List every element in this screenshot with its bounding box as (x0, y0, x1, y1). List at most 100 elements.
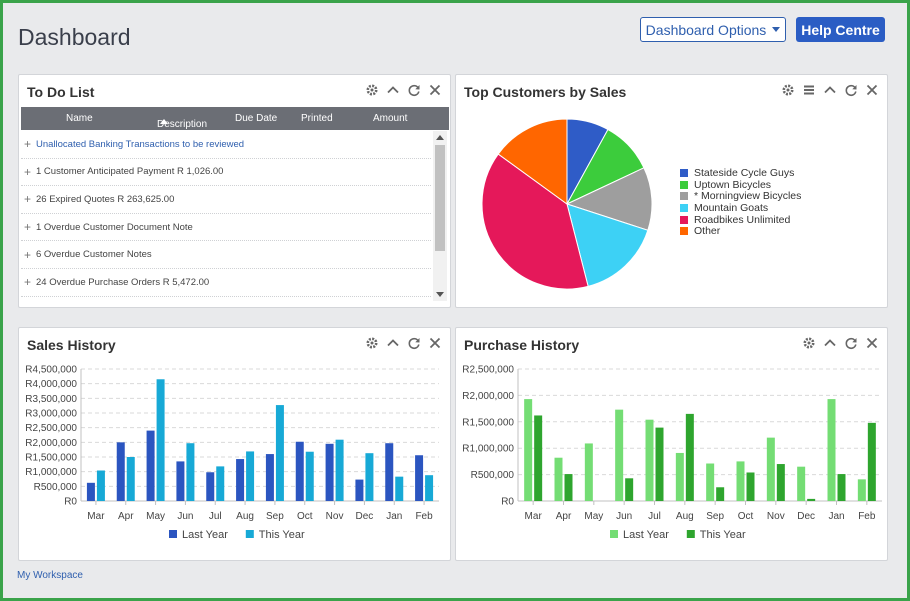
list-item[interactable]: +1 Customer Anticipated Payment R 1,026.… (21, 159, 431, 187)
bar[interactable] (86, 482, 95, 501)
x-tick-label: Feb (858, 511, 876, 522)
y-tick-label: R4,500,000 (25, 365, 77, 376)
bar[interactable] (305, 451, 314, 501)
legend-swatch (610, 530, 618, 538)
gear-icon[interactable] (365, 83, 379, 97)
bar[interactable] (706, 463, 715, 501)
x-tick-label: Apr (118, 511, 134, 522)
bar[interactable] (857, 479, 866, 501)
bar[interactable] (534, 415, 543, 501)
col-name[interactable]: Name (66, 113, 93, 124)
bar[interactable] (216, 466, 225, 501)
bar[interactable] (206, 472, 215, 501)
help-centre-button[interactable]: Help Centre (796, 17, 885, 42)
x-tick-label: Jan (828, 511, 844, 522)
close-icon[interactable] (865, 83, 879, 97)
bar[interactable] (675, 452, 684, 501)
bar[interactable] (827, 399, 836, 501)
bar[interactable] (584, 443, 593, 501)
plus-icon[interactable]: + (24, 220, 36, 234)
gear-icon[interactable] (781, 83, 795, 97)
bar[interactable] (736, 461, 745, 501)
bar[interactable] (685, 413, 694, 501)
bar[interactable] (867, 422, 876, 501)
bar[interactable] (126, 457, 135, 501)
plus-icon[interactable]: + (24, 137, 36, 151)
col-printed[interactable]: Printed (301, 113, 333, 124)
bar[interactable] (246, 451, 255, 501)
refresh-icon[interactable] (407, 83, 421, 97)
scroll-up-icon[interactable] (436, 135, 444, 140)
y-tick-label: R1,000,000 (25, 467, 77, 478)
scroll-down-icon[interactable] (436, 292, 444, 297)
y-tick-label: R2,000,000 (462, 391, 514, 402)
bar[interactable] (415, 455, 424, 501)
legend-item[interactable]: Other (680, 225, 801, 237)
plus-icon[interactable]: + (24, 165, 36, 179)
bar[interactable] (116, 442, 125, 501)
bar[interactable] (645, 419, 654, 501)
bar[interactable] (615, 409, 624, 501)
bar[interactable] (554, 457, 563, 501)
legend-item[interactable]: Roadbikes Unlimited (680, 214, 801, 226)
bar[interactable] (146, 430, 155, 501)
close-icon[interactable] (428, 83, 442, 97)
list-item[interactable]: + Unallocated Banking Transactions to be … (21, 131, 431, 159)
bar[interactable] (295, 441, 304, 501)
bar[interactable] (716, 487, 725, 501)
chevron-up-icon[interactable] (823, 83, 837, 97)
legend-label[interactable]: This Year (259, 529, 305, 541)
bar[interactable] (385, 443, 394, 501)
list-item[interactable]: +1 Overdue Customer Document Note (21, 214, 431, 242)
my-workspace-link[interactable]: My Workspace (17, 570, 83, 581)
legend-item[interactable]: Mountain Goats (680, 202, 801, 214)
legend-swatch (686, 530, 695, 538)
bar[interactable] (625, 478, 634, 501)
bar[interactable] (265, 454, 274, 501)
legend-item[interactable]: Uptown Bicycles (680, 179, 801, 191)
col-due-date[interactable]: Due Date (235, 113, 277, 124)
bar[interactable] (96, 470, 105, 501)
bar[interactable] (236, 459, 245, 501)
scroll-thumb[interactable] (435, 145, 445, 251)
list-item[interactable]: +26 Expired Quotes R 263,625.00 (21, 186, 431, 214)
bar[interactable] (807, 498, 816, 501)
list-item[interactable]: +24 Overdue Purchase Orders R 5,472.00 (21, 269, 431, 297)
legend-item[interactable]: * Morningview Bicycles (680, 190, 801, 202)
refresh-icon[interactable] (844, 83, 858, 97)
legend-label[interactable]: Last Year (623, 529, 669, 541)
bar[interactable] (176, 461, 185, 501)
bar[interactable] (325, 443, 334, 501)
x-tick-label: Aug (236, 511, 254, 522)
bar[interactable] (335, 439, 344, 501)
list-icon[interactable] (802, 83, 816, 97)
bar[interactable] (395, 476, 404, 501)
bar[interactable] (156, 379, 165, 501)
legend-label[interactable]: Last Year (182, 529, 228, 541)
bar[interactable] (275, 405, 284, 501)
legend-item[interactable]: Stateside Cycle Guys (680, 167, 801, 179)
x-tick-label: Nov (767, 511, 785, 522)
plus-icon[interactable]: + (24, 248, 36, 262)
todo-scrollbar[interactable] (433, 131, 447, 301)
bar[interactable] (365, 453, 374, 501)
chevron-up-icon[interactable] (386, 83, 400, 97)
list-item[interactable]: +6 Overdue Customer Notes (21, 241, 431, 269)
bar[interactable] (776, 464, 785, 501)
bar[interactable] (766, 437, 775, 501)
plus-icon[interactable]: + (24, 192, 36, 206)
bar[interactable] (655, 427, 664, 501)
bar[interactable] (797, 466, 806, 501)
bar[interactable] (186, 443, 195, 501)
dashboard-options-button[interactable]: Dashboard Options (640, 17, 786, 42)
bar[interactable] (524, 399, 533, 501)
legend-label[interactable]: This Year (700, 529, 746, 541)
bar[interactable] (425, 475, 434, 501)
bar[interactable] (746, 472, 755, 501)
bar[interactable] (564, 474, 573, 501)
plus-icon[interactable]: + (24, 275, 36, 289)
bar[interactable] (837, 474, 846, 501)
bar[interactable] (355, 479, 364, 501)
x-tick-label: Jan (386, 511, 402, 522)
col-amount[interactable]: Amount (373, 113, 407, 124)
